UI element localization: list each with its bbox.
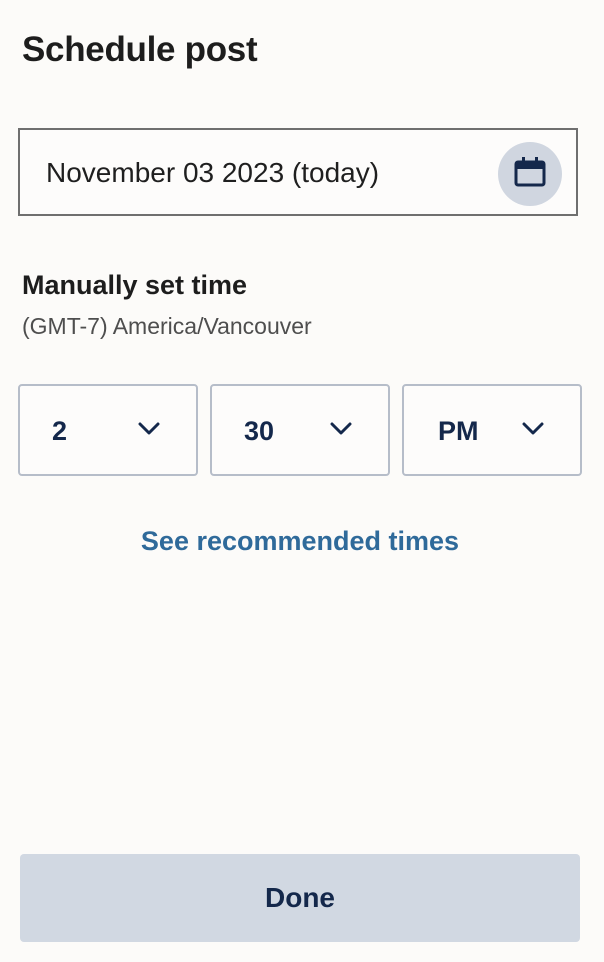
manual-time-label: Manually set time [22,270,248,300]
done-button[interactable]: Done [20,854,580,942]
calendar-icon [514,156,546,192]
chevron-down-icon [138,422,160,441]
timezone-label: (GMT-7) America/Vancouver [22,313,312,339]
chevron-down-icon [522,422,544,441]
calendar-button[interactable] [498,142,562,206]
recommended-times-link[interactable]: See recommended times [0,526,600,557]
minute-value: 30 [244,416,275,446]
chevron-down-icon [330,422,352,441]
period-value: PM [438,416,479,446]
period-select[interactable]: PM [402,384,582,476]
hour-value: 2 [52,416,68,446]
date-field[interactable]: November 03 2023 (today) [18,128,578,216]
page-title: Schedule post [22,30,258,69]
hour-select[interactable]: 2 [18,384,198,476]
minute-select[interactable]: 30 [210,384,390,476]
date-value: November 03 2023 (today) [46,157,380,188]
